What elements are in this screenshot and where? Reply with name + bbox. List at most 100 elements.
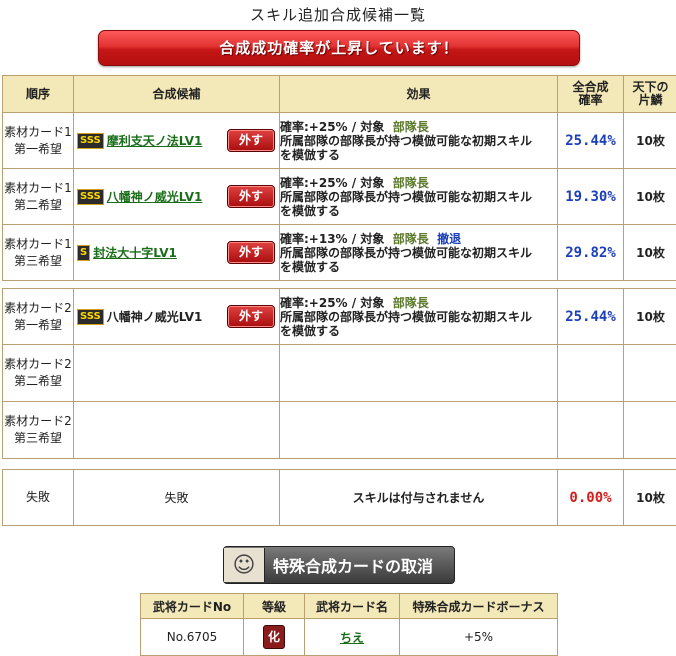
- slot-cell: 素材カード2第二希望: [3, 345, 74, 402]
- slot-cell: 素材カード1第一希望: [3, 113, 74, 169]
- effect-desc: 所属部隊の部隊長が持つ模倣可能な初期スキル: [280, 310, 557, 324]
- effect-cell: 確率:+25% / 対象 部隊長所属部隊の部隊長が持つ模倣可能な初期スキルを模倣…: [280, 169, 558, 225]
- effect-target: 部隊長: [393, 296, 429, 310]
- page-title: スキル追加合成候補一覧: [0, 4, 676, 25]
- success-rate: 25.44%: [565, 133, 616, 149]
- rate-cell: 19.30%: [558, 169, 624, 225]
- card2-candidates-table: 素材カード2第一希望 SSS八幡神ノ威光LV1外す 確率:+25% / 対象 部…: [2, 288, 676, 459]
- cost-cell: [624, 402, 676, 459]
- rate-cell: 25.44%: [558, 113, 624, 169]
- skill-link[interactable]: 摩利支天ノ法LV1: [107, 132, 227, 149]
- effect-target: 部隊長: [393, 232, 429, 246]
- effect-prob: 確率:+25% / 対象: [280, 176, 384, 190]
- skill-link[interactable]: 八幡神ノ威光LV1: [107, 188, 227, 205]
- rate-cell: [558, 345, 624, 402]
- header-bonus: 特殊合成カードボーナス: [400, 594, 558, 619]
- effect-desc-2: を模倣する: [280, 204, 557, 218]
- effect-cell: 確率:+13% / 対象 部隊長 撤退所属部隊の部隊長が持つ模倣可能な初期スキル…: [280, 225, 558, 281]
- effect-cell: [280, 345, 558, 402]
- slot-label: 素材カード2: [3, 413, 73, 430]
- cancel-special-card-button[interactable]: ☺ 特殊合成カードの取消: [223, 546, 455, 584]
- fail-order: 失敗: [3, 470, 74, 526]
- effect-desc-2: を模倣する: [280, 260, 557, 274]
- slot-cell: 素材カード2第一希望: [3, 289, 74, 345]
- success-rate: 19.30%: [565, 189, 616, 205]
- effect-cell: 確率:+25% / 対象 部隊長所属部隊の部隊長が持つ模倣可能な初期スキルを模倣…: [280, 289, 558, 345]
- effect-exclude: 撤退: [437, 232, 461, 246]
- cost-cell: 10枚: [624, 225, 676, 281]
- table-row: 失敗 失敗 スキルは付与されません 0.00% 10枚: [3, 470, 676, 526]
- table-row: 素材カード1第一希望 SSS摩利支天ノ法LV1外す 確率:+25% / 対象 部…: [3, 113, 676, 169]
- rate-cell: 0.00%: [558, 470, 624, 526]
- slot-label: 素材カード1: [3, 124, 73, 141]
- candidate-cell: SSS摩利支天ノ法LV1外す: [74, 113, 280, 169]
- card-name-link[interactable]: ちえ: [340, 631, 364, 645]
- remove-button[interactable]: 外す: [227, 129, 275, 152]
- effect-desc: 所属部隊の部隊長が持つ模倣可能な初期スキル: [280, 246, 557, 260]
- cost-cell: 10枚: [624, 289, 676, 345]
- priority-label: 第三希望: [3, 253, 73, 270]
- header-card-name: 武将カード名: [305, 594, 400, 619]
- rarity-badge: SSS: [77, 133, 104, 149]
- table-header-row: 順序 合成候補 効果 全合成 確率 天下の 片鱗: [3, 76, 676, 113]
- effect-cell: [280, 402, 558, 459]
- effect-cell: 確率:+25% / 対象 部隊長所属部隊の部隊長が持つ模倣可能な初期スキルを模倣…: [280, 113, 558, 169]
- candidate-cell: SSS八幡神ノ威光LV1外す: [74, 169, 280, 225]
- priority-label: 第三希望: [3, 430, 73, 447]
- priority-label: 第一希望: [3, 317, 73, 334]
- candidate-cell: SSS八幡神ノ威光LV1外す: [74, 289, 280, 345]
- header-cost: 天下の 片鱗: [624, 76, 676, 113]
- effect-target: 部隊長: [393, 120, 429, 134]
- rank-cell: 化: [244, 619, 305, 656]
- effect-prob: 確率:+25% / 対象: [280, 120, 384, 134]
- remove-button[interactable]: 外す: [227, 185, 275, 208]
- cost-cell: [624, 345, 676, 402]
- bonus: +5%: [400, 619, 558, 656]
- header-rate-label: 全合成 確率: [572, 80, 608, 107]
- candidate-cell: [74, 402, 280, 459]
- effect-desc: 所属部隊の部隊長が持つ模倣可能な初期スキル: [280, 134, 557, 148]
- special-header-row: 武将カードNo 等級 武将カード名 特殊合成カードボーナス: [141, 594, 558, 619]
- fail-table: 失敗 失敗 スキルは付与されません 0.00% 10枚: [2, 469, 676, 526]
- cost-cell: 10枚: [624, 113, 676, 169]
- special-card-table: 武将カードNo 等級 武将カード名 特殊合成カードボーナス No.6705 化 …: [140, 593, 558, 656]
- header-rank: 等級: [244, 594, 305, 619]
- fail-candidate: 失敗: [74, 470, 280, 526]
- effect-desc: 所属部隊の部隊長が持つ模倣可能な初期スキル: [280, 190, 557, 204]
- candidate-cell: S封法大十字LV1外す: [74, 225, 280, 281]
- candidate-cell: [74, 345, 280, 402]
- header-candidate: 合成候補: [74, 76, 280, 113]
- rank-badge: 化: [263, 625, 285, 649]
- rate-cell: [558, 402, 624, 459]
- priority-label: 第二希望: [3, 373, 73, 390]
- remove-button[interactable]: 外す: [227, 241, 275, 264]
- special-row: No.6705 化 ちえ +5%: [141, 619, 558, 656]
- priority-label: 第一希望: [3, 141, 73, 158]
- header-rate: 全合成 確率: [558, 76, 624, 113]
- success-rate: 25.44%: [565, 309, 616, 325]
- header-cost-label: 天下の 片鱗: [632, 80, 668, 107]
- rate-cell: 29.82%: [558, 225, 624, 281]
- table-row: 素材カード2第三希望: [3, 402, 676, 459]
- remove-button[interactable]: 外す: [227, 305, 275, 328]
- effect-target: 部隊長: [393, 176, 429, 190]
- fail-rate: 0.00%: [569, 490, 611, 506]
- table-row: 素材カード2第二希望: [3, 345, 676, 402]
- rarity-badge: S: [77, 245, 90, 261]
- rate-cell: 25.44%: [558, 289, 624, 345]
- table-row: 素材カード1第二希望 SSS八幡神ノ威光LV1外す 確率:+25% / 対象 部…: [3, 169, 676, 225]
- slot-label: 素材カード1: [3, 180, 73, 197]
- slot-label: 素材カード2: [3, 356, 73, 373]
- slot-cell: 素材カード1第二希望: [3, 169, 74, 225]
- header-order: 順序: [3, 76, 74, 113]
- success-rate: 29.82%: [565, 245, 616, 261]
- skill-name: 八幡神ノ威光LV1: [107, 308, 227, 325]
- fail-effect: スキルは付与されません: [280, 470, 558, 526]
- effect-desc-2: を模倣する: [280, 148, 557, 162]
- skill-link[interactable]: 封法大十字LV1: [93, 244, 227, 261]
- cost-cell: 10枚: [624, 169, 676, 225]
- table-row: 素材カード1第三希望 S封法大十字LV1外す 確率:+13% / 対象 部隊長 …: [3, 225, 676, 281]
- table-row: 素材カード2第一希望 SSS八幡神ノ威光LV1外す 確率:+25% / 対象 部…: [3, 289, 676, 345]
- effect-desc-2: を模倣する: [280, 324, 557, 338]
- card-no: No.6705: [141, 619, 244, 656]
